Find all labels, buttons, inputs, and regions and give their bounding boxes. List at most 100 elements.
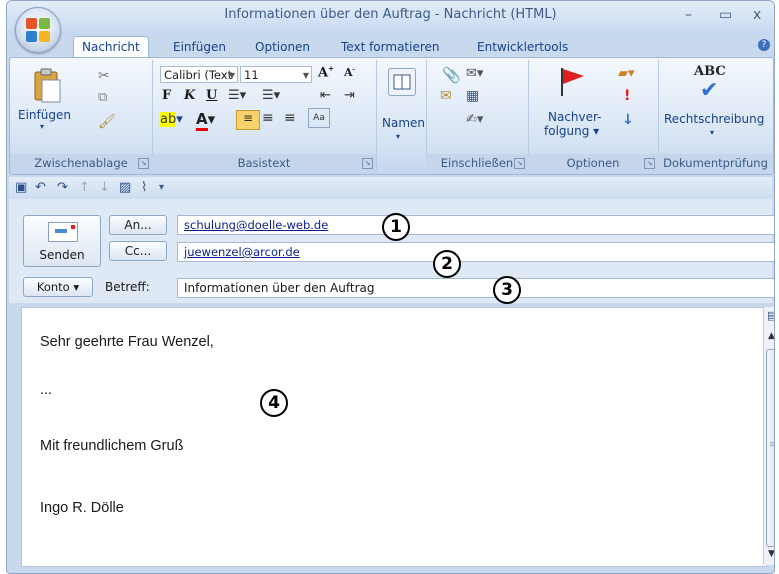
account-button[interactable]: Konto ▾ xyxy=(23,277,93,297)
tab-entwicklertools[interactable]: Entwicklertools xyxy=(469,37,576,57)
previous-item-icon[interactable]: ↑ xyxy=(79,180,90,195)
tab-text-formatieren[interactable]: Text formatieren xyxy=(333,37,448,57)
align-center-icon[interactable]: ≡ xyxy=(262,110,274,126)
copy-icon[interactable]: ⧉ xyxy=(98,90,107,105)
font-size-combo[interactable]: 11 ▼ xyxy=(240,66,312,83)
font-color-icon[interactable]: A▾ xyxy=(196,110,215,131)
basictext-group-label: Basistext ↘ xyxy=(152,154,376,172)
callout-3: 3 xyxy=(493,276,521,304)
send-button[interactable]: Senden xyxy=(23,215,101,267)
calendar-icon[interactable]: ▦ xyxy=(466,88,479,104)
tab-nachricht[interactable]: Nachricht xyxy=(73,36,149,58)
font-combo[interactable]: Calibri (Text ▼ xyxy=(160,66,238,83)
styles-icon[interactable]: Aa xyxy=(308,108,330,128)
scroll-down-icon[interactable]: ▼ xyxy=(768,549,774,559)
undo-icon[interactable]: ↶ xyxy=(35,180,46,195)
group-basictext: Calibri (Text ▼ 11 ▼ A+ A- F K U ☰▾ ☰▾ ⇤ ⇥… xyxy=(152,60,377,172)
subject-field[interactable]: Informationen über den Auftrag xyxy=(177,278,774,298)
body-ellipsis: ... xyxy=(40,382,53,398)
checkmark-icon[interactable]: ✔ xyxy=(700,78,718,103)
abc-icon[interactable]: ABC xyxy=(694,64,726,79)
message-body[interactable]: Sehr geehrte Frau Wenzel, ... Mit freund… xyxy=(21,307,767,567)
callout-2: 2 xyxy=(433,250,461,278)
tab-optionen[interactable]: Optionen xyxy=(247,37,318,57)
scroll-thumb[interactable]: ≡ xyxy=(766,349,774,547)
scroll-up-icon[interactable]: ▲ xyxy=(768,331,774,341)
decrease-indent-icon[interactable]: ⇤ xyxy=(320,88,331,103)
proofing-group-label: Dokumentprüfung xyxy=(658,154,773,172)
shrink-font-icon[interactable]: A- xyxy=(344,66,355,79)
followup-line2[interactable]: folgung ▾ xyxy=(544,124,599,138)
group-proofing: ABC ✔ Rechtschreibung ▾ Dokumentprüfung xyxy=(658,60,773,172)
paste-arrow-icon[interactable]: ▾ xyxy=(40,122,44,131)
bullets-icon[interactable]: ☰▾ xyxy=(228,88,246,103)
redo-icon[interactable]: ↷ xyxy=(57,180,68,195)
send-envelope-icon xyxy=(48,222,78,242)
increase-indent-icon[interactable]: ⇥ xyxy=(344,88,355,103)
insert-picture-icon[interactable]: ▨ xyxy=(119,180,131,195)
business-card-icon[interactable]: ✉ xyxy=(440,88,452,104)
align-left-icon[interactable]: ≡ xyxy=(236,110,260,130)
cc-button[interactable]: Cc... xyxy=(109,241,167,261)
window-title: Informationen über den Auftrag - Nachric… xyxy=(224,7,557,22)
highlight-icon[interactable]: ab▾ xyxy=(160,112,183,127)
attach-item-icon[interactable]: ✉▾ xyxy=(466,66,483,81)
high-importance-icon[interactable]: ! xyxy=(624,88,630,104)
scroll-grip-icon: ≡ xyxy=(769,440,774,450)
cc-field[interactable]: juewenzel@arcor.de xyxy=(177,242,774,262)
minimize-button[interactable]: – xyxy=(685,7,692,23)
names-label[interactable]: Namen xyxy=(382,116,425,130)
quick-access-toolbar: ▣ ↶ ↷ ↑ ↓ ▨ ⌇ ▾ xyxy=(9,177,772,200)
attach-icon[interactable]: ⌇ xyxy=(141,180,147,195)
underline-button[interactable]: U xyxy=(206,88,217,103)
vertical-scrollbar[interactable]: ▤ ▲ ≡ ▼ xyxy=(763,307,774,565)
italic-button[interactable]: K xyxy=(184,88,195,103)
options-group-label: Optionen ↘ xyxy=(528,154,658,172)
cut-icon[interactable]: ✂ xyxy=(98,68,110,84)
format-painter-icon[interactable]: 🖌 xyxy=(98,114,116,130)
office-logo-icon xyxy=(26,18,50,42)
callout-4: 4 xyxy=(260,389,288,417)
options-launcher-icon[interactable]: ↘ xyxy=(644,158,655,169)
basictext-launcher-icon[interactable]: ↘ xyxy=(362,158,373,169)
group-names: Namen ▾ xyxy=(376,60,427,172)
group-clipboard: Einfügen ▾ ✂ ⧉ 🖌 Zwischenablage ↘ xyxy=(10,60,153,172)
close-button[interactable]: x xyxy=(753,7,761,23)
paste-icon[interactable] xyxy=(32,68,62,104)
ribbon: Einfügen ▾ ✂ ⧉ 🖌 Zwischenablage ↘ Calibri… xyxy=(9,57,774,175)
followup-line1[interactable]: Nachver- xyxy=(548,110,602,124)
ruler-toggle-icon[interactable]: ▤ xyxy=(767,309,774,322)
body-greeting: Sehr geehrte Frau Wenzel, xyxy=(40,334,214,350)
body-signature: Ingo R. Dölle xyxy=(40,500,124,516)
signature-icon[interactable]: ✍▾ xyxy=(466,112,483,127)
paste-label[interactable]: Einfügen xyxy=(18,108,71,122)
attach-file-icon[interactable]: 📎 xyxy=(442,66,461,84)
names-arrow-icon[interactable]: ▾ xyxy=(396,132,400,141)
numbering-icon[interactable]: ☰▾ xyxy=(262,88,280,103)
address-book-icon[interactable] xyxy=(388,68,416,96)
include-launcher-icon[interactable]: ↘ xyxy=(514,158,525,169)
align-right-icon[interactable]: ≡ xyxy=(284,110,296,126)
customize-qat-icon[interactable]: ▾ xyxy=(159,182,164,193)
clipboard-launcher-icon[interactable]: ↘ xyxy=(138,158,149,169)
to-field[interactable]: schulung@doelle-web.de xyxy=(177,215,774,235)
group-include: 📎 ✉▾ ✉ ▦ ✍▾ Einschließen ↘ xyxy=(426,60,529,172)
bold-button[interactable]: F xyxy=(162,88,171,103)
callout-1: 1 xyxy=(382,213,410,241)
spelling-arrow-icon[interactable]: ▾ xyxy=(710,128,714,137)
grow-font-icon[interactable]: A+ xyxy=(318,64,334,80)
categorize-icon[interactable]: ▰▾ xyxy=(618,66,635,81)
next-item-icon[interactable]: ↓ xyxy=(99,180,110,195)
clipboard-group-label: Zwischenablage ↘ xyxy=(10,154,152,172)
maximize-button[interactable]: ▭ xyxy=(719,7,732,23)
low-importance-icon[interactable]: ↓ xyxy=(622,112,634,128)
spelling-label[interactable]: Rechtschreibung xyxy=(664,112,764,126)
send-label: Senden xyxy=(39,248,85,262)
tab-einfuegen[interactable]: Einfügen xyxy=(165,37,234,57)
to-button[interactable]: An... xyxy=(109,215,167,235)
office-button[interactable] xyxy=(15,7,61,53)
help-icon[interactable]: ? xyxy=(758,39,770,51)
followup-flag-icon[interactable] xyxy=(554,64,588,98)
group-options: Nachver- folgung ▾ ▰▾ ! ↓ Optionen ↘ xyxy=(528,60,659,172)
save-icon[interactable]: ▣ xyxy=(15,180,27,195)
